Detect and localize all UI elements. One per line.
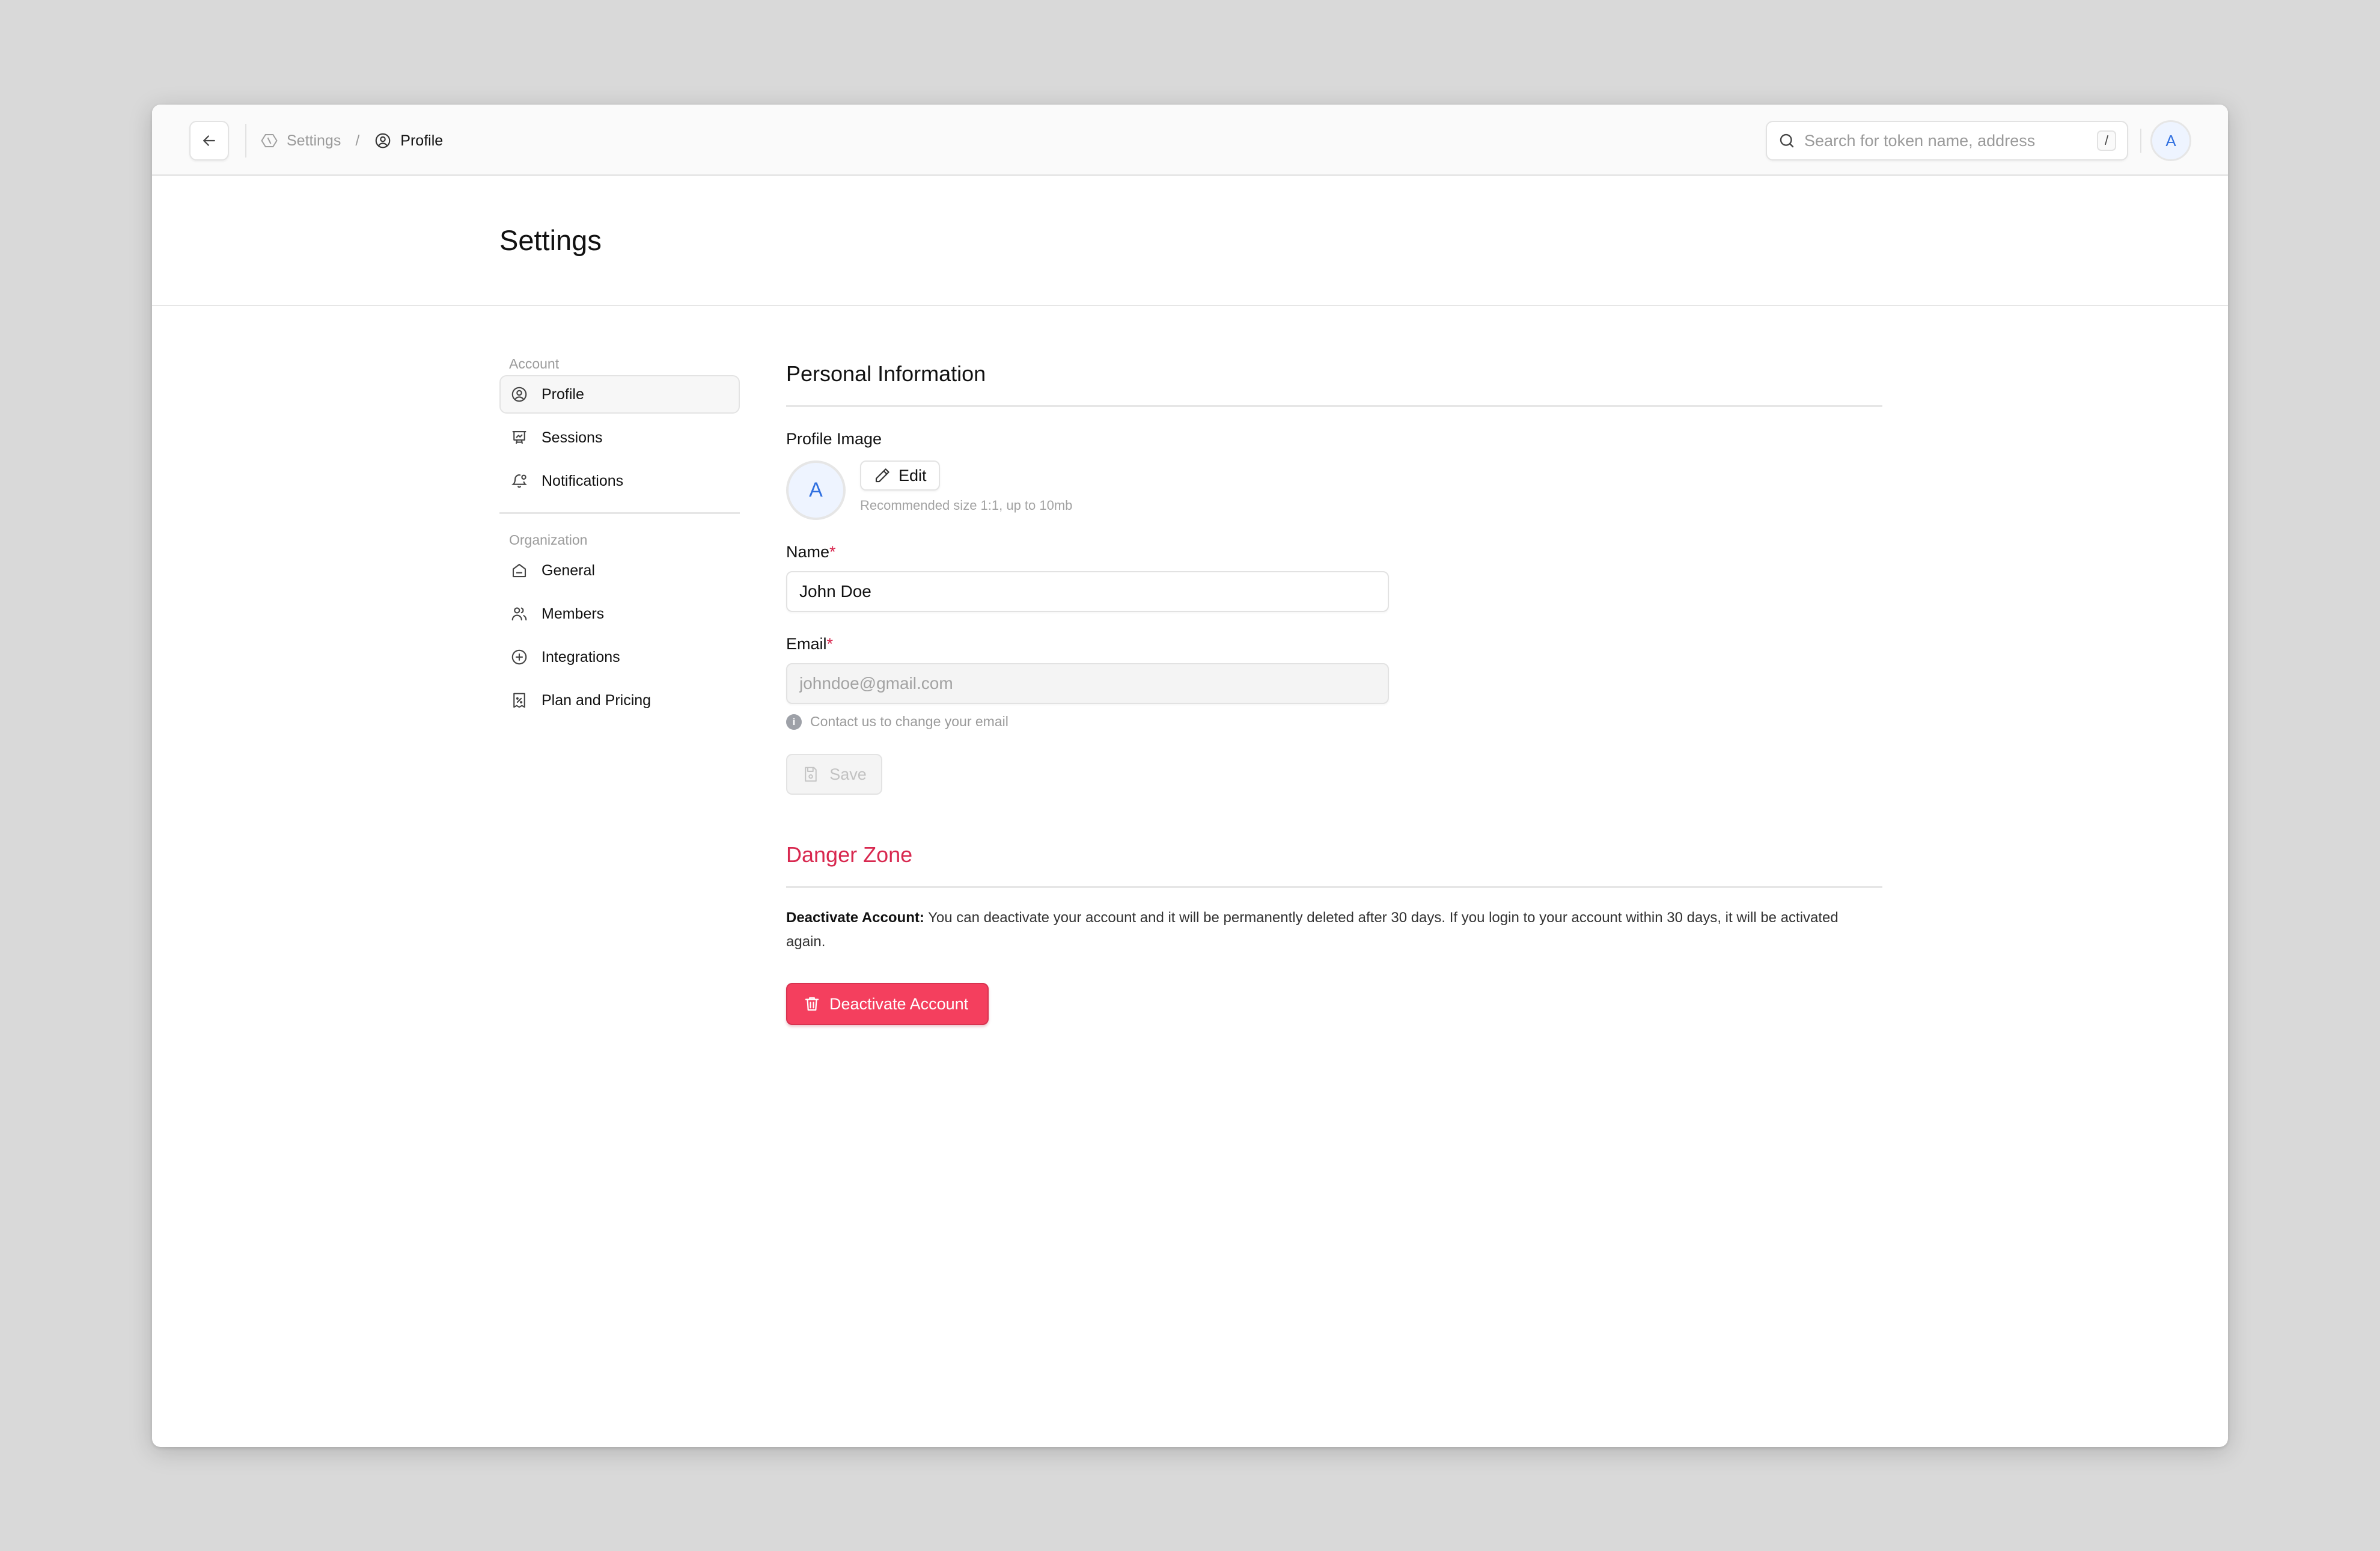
name-label-text: Name: [786, 543, 830, 561]
profile-avatar: A: [786, 460, 846, 520]
sidebar-item-profile[interactable]: Profile: [499, 375, 740, 414]
section-title: Personal Information: [786, 361, 986, 386]
bell-dot-icon: [510, 472, 528, 490]
danger-zone-section: Danger Zone Deactivate Account: You can …: [786, 837, 1882, 1025]
search-box[interactable]: /: [1766, 121, 2128, 161]
save-label: Save: [829, 765, 867, 783]
sidebar-item-label: Profile: [542, 385, 584, 403]
sidebar-divider: [499, 512, 740, 514]
sidebar-item-label: Integrations: [542, 648, 620, 665]
deactivate-description: Deactivate Account: You can deactivate y…: [786, 906, 1868, 954]
search-shortcut-key: /: [2097, 130, 2116, 151]
search-icon: [1778, 132, 1796, 150]
arrow-left-icon: [200, 132, 218, 150]
deactivate-label: Deactivate Account: [829, 994, 969, 1013]
settings-content: Personal Information Profile Image A Edi…: [786, 356, 1882, 1025]
breadcrumb-settings[interactable]: Settings: [260, 132, 341, 150]
user-circle-icon: [510, 385, 528, 403]
edit-profile-image-button[interactable]: Edit: [860, 460, 940, 491]
sidebar-item-label: Notifications: [542, 472, 624, 489]
breadcrumb: Settings / Profile: [260, 121, 443, 161]
email-input: [786, 663, 1389, 704]
sidebar-item-label: Members: [542, 605, 605, 622]
users-icon: [510, 605, 528, 623]
breadcrumb-separator: /: [355, 132, 360, 149]
plus-circle-icon: [510, 648, 528, 666]
breadcrumb-profile-label: Profile: [400, 132, 444, 149]
back-button[interactable]: [189, 121, 229, 161]
sidebar-item-label: Sessions: [542, 429, 603, 446]
floppy-disk-icon: [802, 765, 820, 783]
email-label: Email*: [786, 635, 1882, 653]
sidebar-group-organization: Organization: [509, 532, 588, 548]
name-label: Name*: [786, 543, 1882, 561]
hexagon-slash-icon: [260, 132, 278, 150]
required-mark: *: [829, 543, 836, 561]
settings-sidebar: Account Profile Sessions Notifications O…: [499, 356, 740, 724]
breadcrumb-profile: Profile: [374, 132, 443, 150]
sidebar-item-members[interactable]: Members: [499, 595, 740, 633]
email-label-text: Email: [786, 635, 827, 653]
info-icon: i: [786, 714, 802, 730]
trash-icon: [803, 995, 821, 1013]
deactivate-description-label: Deactivate Account:: [786, 910, 924, 926]
deactivate-description-text: You can deactivate your account and it w…: [786, 910, 1838, 950]
sidebar-item-integrations[interactable]: Integrations: [499, 638, 740, 676]
user-avatar[interactable]: A: [2150, 120, 2191, 161]
sidebar-item-plan-and-pricing[interactable]: Plan and Pricing: [499, 681, 740, 720]
profile-image-row: A Edit Recommended size 1:1, up to 10mb: [786, 460, 1882, 520]
presentation-chart-icon: [510, 429, 528, 447]
topbar-divider: [245, 124, 246, 158]
topbar-divider-right: [2140, 129, 2141, 153]
image-size-hint: Recommended size 1:1, up to 10mb: [860, 498, 1073, 513]
page-title: Settings: [499, 224, 602, 256]
profile-image-label: Profile Image: [786, 430, 882, 448]
home-icon: [510, 561, 528, 580]
sidebar-item-general[interactable]: General: [499, 551, 740, 590]
edit-label: Edit: [899, 466, 927, 485]
search-input[interactable]: [1804, 131, 2089, 150]
section-divider: [786, 405, 1882, 407]
sidebar-item-label: General: [542, 561, 595, 579]
email-help: i Contact us to change your email: [786, 714, 1882, 730]
sidebar-item-sessions[interactable]: Sessions: [499, 418, 740, 457]
app-window: Settings / Profile / A Settings Account: [152, 105, 2228, 1447]
top-bar: Settings / Profile / A: [152, 105, 2228, 176]
sidebar-item-label: Plan and Pricing: [542, 691, 651, 709]
name-input[interactable]: [786, 571, 1389, 612]
danger-zone-title: Danger Zone: [786, 842, 913, 867]
user-circle-icon: [374, 132, 392, 150]
save-button[interactable]: Save: [786, 754, 882, 795]
section-divider: [786, 886, 1882, 888]
sidebar-item-notifications[interactable]: Notifications: [499, 462, 740, 500]
required-mark: *: [826, 635, 834, 653]
email-help-text: Contact us to change your email: [810, 714, 1008, 729]
pencil-icon: [873, 467, 891, 485]
deactivate-account-button[interactable]: Deactivate Account: [786, 983, 989, 1025]
personal-information-section: Personal Information Profile Image A Edi…: [786, 356, 1882, 795]
receipt-percent-icon: [510, 691, 528, 709]
sidebar-group-account: Account: [509, 356, 560, 372]
header-divider: [152, 305, 2228, 306]
breadcrumb-settings-label: Settings: [287, 132, 341, 149]
